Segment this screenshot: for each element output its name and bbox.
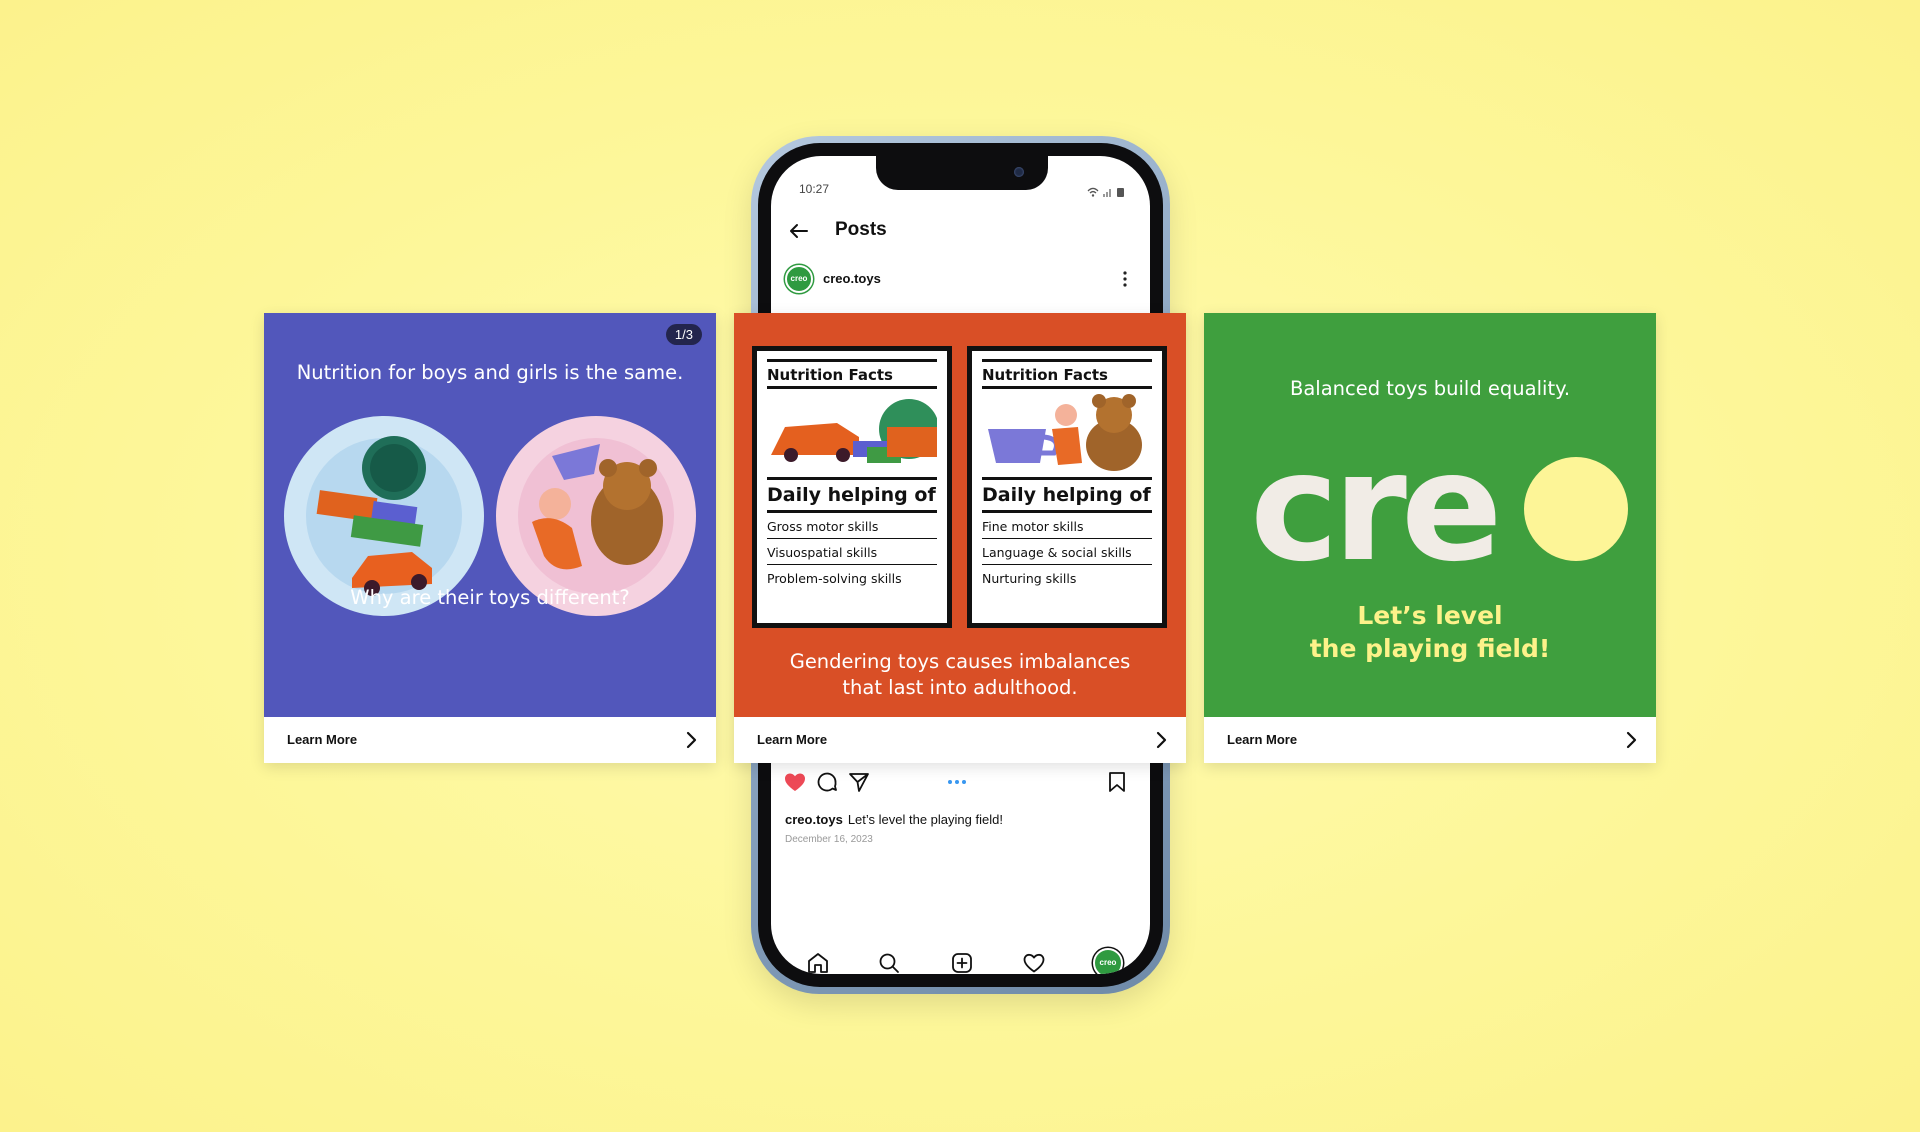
bookmark-icon[interactable] — [1105, 770, 1129, 794]
panel-daily-heading: Daily helping of — [982, 484, 1151, 506]
phone-notch — [876, 156, 1048, 190]
posts-topbar: Posts — [771, 211, 1150, 251]
carousel-card-1[interactable]: 1/3 Nutrition for boys and girls is the … — [264, 313, 716, 763]
battery-icon — [1117, 182, 1124, 201]
profile-avatar[interactable]: creo — [1093, 948, 1123, 974]
card-3-line-1: Let’s level — [1357, 601, 1503, 630]
card-2-cta-bar[interactable]: Learn More — [734, 717, 1186, 763]
post-actions — [771, 768, 1150, 798]
mockup-stage: 10:27 Posts creo creo.toys creo.toys Let… — [0, 0, 1920, 1132]
skill-item: Gross motor skills — [767, 513, 937, 539]
panel-title: Nutrition Facts — [767, 366, 893, 384]
comment-icon[interactable] — [815, 770, 839, 794]
account-avatar[interactable]: creo — [785, 265, 813, 293]
nutrition-panel-right: Nutrition Facts Daily helping of Fine mo… — [967, 346, 1167, 628]
status-time: 10:27 — [799, 182, 830, 196]
skill-item: Language & social skills — [982, 539, 1152, 565]
learn-more-label: Learn More — [287, 732, 358, 747]
creo-logo-text: cre — [1250, 421, 1503, 595]
carousel-card-2[interactable]: Nutrition Facts Daily helping of Gross m… — [734, 313, 1186, 763]
wifi-icon — [1087, 182, 1099, 201]
learn-more-label: Learn More — [1227, 732, 1298, 747]
home-icon[interactable] — [805, 950, 831, 974]
learn-more-label: Learn More — [757, 732, 828, 747]
share-paper-plane-icon[interactable] — [847, 770, 871, 794]
post-date: December 16, 2023 — [785, 834, 873, 845]
panel-daily-heading: Daily helping of — [767, 484, 936, 506]
panel-title: Nutrition Facts — [982, 366, 1108, 384]
carousel-dots — [948, 780, 966, 784]
status-icons — [1087, 182, 1124, 201]
post-header: creo creo.toys — [771, 259, 1150, 299]
toys-illustration — [771, 399, 939, 463]
bottom-navigation: creo — [771, 944, 1150, 974]
caption-username[interactable]: creo.toys — [785, 812, 843, 827]
like-heart-icon[interactable] — [783, 770, 807, 794]
card-1-artwork: 1/3 Nutrition for boys and girls is the … — [264, 313, 716, 717]
activity-heart-icon[interactable] — [1021, 950, 1047, 974]
card-1-bottom-text: Why are their toys different? — [350, 586, 630, 609]
card-3-artwork: Balanced toys build equality. cre Let’s … — [1204, 313, 1656, 717]
carousel-dot — [962, 780, 966, 784]
camera-icon — [1014, 167, 1024, 177]
carousel-dot — [955, 780, 959, 784]
card-1-top-text: Nutrition for boys and girls is the same… — [296, 361, 684, 384]
skill-item: Visuospatial skills — [767, 539, 937, 565]
card-2-artwork: Nutrition Facts Daily helping of Gross m… — [734, 313, 1186, 717]
skill-item: Nurturing skills — [982, 571, 1077, 586]
skill-item: Fine motor skills — [982, 513, 1152, 539]
chevron-right-icon[interactable] — [680, 729, 702, 751]
card-1-cta-bar[interactable]: Learn More — [264, 717, 716, 763]
nutrition-panel-left: Nutrition Facts Daily helping of Gross m… — [752, 346, 952, 628]
create-post-icon[interactable] — [949, 950, 975, 974]
page-title: Posts — [835, 219, 887, 240]
toys-illustration — [988, 394, 1142, 471]
carousel-dot-active — [948, 780, 952, 784]
slide-counter: 1/3 — [665, 324, 702, 345]
card-2-bottom-text: Gendering toys causes imbalances that la… — [734, 649, 1186, 701]
creo-logo-dot — [1524, 457, 1628, 561]
card-2-bottom-line-2: that last into adulthood. — [842, 676, 1078, 699]
caption-text: Let’s level the playing field! — [847, 812, 1003, 827]
card-3-top-text: Balanced toys build equality. — [1289, 377, 1571, 400]
signal-icon — [1103, 182, 1113, 201]
more-vertical-icon[interactable] — [1122, 269, 1128, 289]
card-2-bottom-line-1: Gendering toys causes imbalances — [789, 650, 1131, 673]
account-username[interactable]: creo.toys — [823, 271, 881, 286]
card-3-cta-bar[interactable]: Learn More — [1204, 717, 1656, 763]
skill-item: Problem-solving skills — [767, 571, 902, 586]
card-3-line-2: the playing field! — [1309, 634, 1551, 663]
carousel-card-3[interactable]: Balanced toys build equality. cre Let’s … — [1204, 313, 1656, 763]
panel-right-illustration — [982, 389, 1152, 477]
chevron-right-icon[interactable] — [1620, 729, 1642, 751]
back-arrow-icon[interactable] — [787, 219, 811, 243]
panel-left-illustration — [767, 389, 939, 477]
chevron-right-icon[interactable] — [1150, 729, 1172, 751]
post-caption: creo.toys Let’s level the playing field! — [785, 812, 1003, 827]
search-icon[interactable] — [876, 950, 902, 974]
